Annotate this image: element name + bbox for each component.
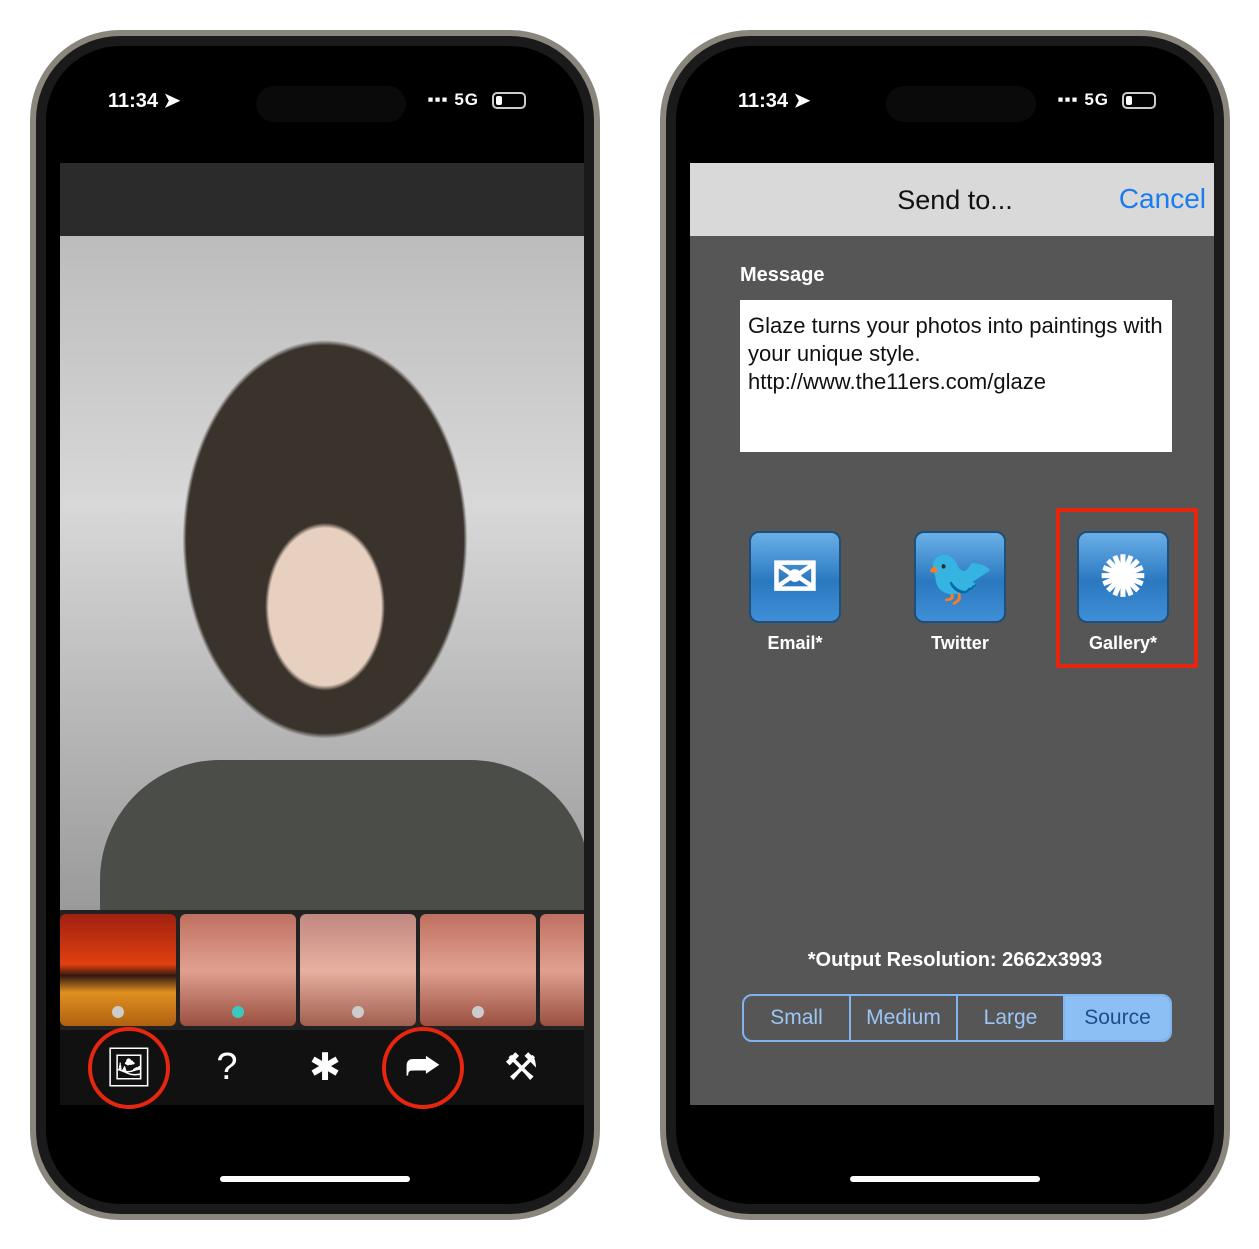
output-resolution: *Output Resolution: 2662x3993 bbox=[807, 949, 1103, 971]
splat-button[interactable]: ✱ bbox=[295, 1038, 355, 1098]
size-small-segment[interactable]: Small bbox=[744, 996, 851, 1040]
battery-icon bbox=[492, 92, 526, 109]
battery-icon bbox=[1122, 92, 1156, 109]
share-label: Email* bbox=[767, 633, 823, 653]
status-bar: 11:34 ➤ ▪▪▪ 5G bbox=[676, 88, 1214, 118]
top-bar bbox=[60, 163, 584, 236]
style-thumbnail[interactable] bbox=[300, 914, 416, 1026]
size-segmented-control: Small Medium Large Source bbox=[742, 994, 1172, 1042]
right-phone: 11:34 ➤ ▪▪▪ 5G Send to... Cancel Message G… bbox=[660, 30, 1230, 1220]
share-twitter-button[interactable]: 🐦 Twitter bbox=[905, 531, 1015, 654]
send-body: Message Glaze turns your photos into pai… bbox=[690, 236, 1214, 1105]
style-thumbnail[interactable] bbox=[540, 914, 584, 1026]
style-thumbnail[interactable] bbox=[180, 914, 296, 1026]
help-button[interactable]: ? bbox=[197, 1038, 257, 1098]
highlight-circle bbox=[88, 1026, 170, 1109]
home-indicator bbox=[220, 1176, 410, 1182]
tools-button[interactable]: ⚒ bbox=[491, 1038, 551, 1098]
highlight-box bbox=[1056, 508, 1198, 668]
time: 11:34 ➤ bbox=[108, 90, 181, 112]
size-source-segment[interactable]: Source bbox=[1065, 996, 1170, 1040]
share-label: Twitter bbox=[931, 633, 989, 653]
signal-network: ▪▪▪ 5G bbox=[427, 90, 479, 109]
share-email-button[interactable]: ✉ Email* bbox=[740, 531, 850, 654]
left-phone: 11:34 ➤ ▪▪▪ 5G 🖼? ✱ ⮫ ⚒ bbox=[30, 30, 600, 1220]
time: 11:34 ➤ bbox=[738, 90, 811, 112]
message-label: Message bbox=[740, 264, 825, 286]
highlight-circle bbox=[382, 1026, 464, 1109]
tools-icon: ⚒ bbox=[503, 1047, 539, 1089]
share-button[interactable]: ⮫ bbox=[382, 1026, 464, 1109]
email-icon: ✉ bbox=[749, 531, 841, 623]
signal-network: ▪▪▪ 5G bbox=[1057, 90, 1109, 109]
home-indicator bbox=[850, 1176, 1040, 1182]
bottom-toolbar: 🖼? ✱ ⮫ ⚒ bbox=[60, 1026, 584, 1109]
style-thumbnail[interactable] bbox=[60, 914, 176, 1026]
size-medium-segment[interactable]: Medium bbox=[851, 996, 958, 1040]
size-large-segment[interactable]: Large bbox=[958, 996, 1065, 1040]
cancel-button[interactable]: Cancel bbox=[1119, 183, 1206, 215]
message-input[interactable]: Glaze turns your photos into paintings w… bbox=[740, 300, 1172, 452]
style-thumbnails[interactable] bbox=[60, 910, 584, 1030]
status-bar: 11:34 ➤ ▪▪▪ 5G bbox=[46, 88, 584, 118]
painted-photo[interactable] bbox=[60, 236, 584, 910]
help-icon: ? bbox=[216, 1046, 238, 1088]
style-thumbnail[interactable] bbox=[420, 914, 536, 1026]
send-header: Send to... Cancel bbox=[690, 163, 1214, 236]
photos-button[interactable]: 🖼 bbox=[88, 1026, 170, 1109]
twitter-icon: 🐦 bbox=[914, 531, 1006, 623]
splat-icon: ✱ bbox=[309, 1047, 341, 1089]
